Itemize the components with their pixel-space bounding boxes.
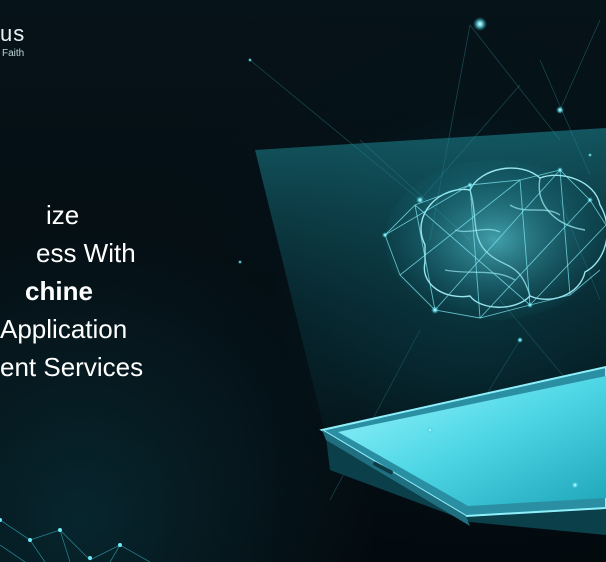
headline-line-4: Application [0, 314, 128, 344]
headline-line-1: ize [46, 200, 80, 230]
brand-logo: us Faith [0, 21, 26, 60]
brand-name: us [0, 21, 26, 46]
brain-glow [385, 160, 605, 320]
headline: ize ess With chine Application ent Servi… [0, 196, 260, 386]
headline-line-2: ess With [36, 238, 136, 268]
brand-tagline: Faith [2, 48, 25, 59]
headline-line-5: ent Services [0, 352, 144, 382]
headline-line-3: chine [25, 276, 93, 306]
banner: us Faith ize ess With chine Application … [0, 0, 606, 562]
corner-dots [0, 518, 122, 560]
corner-mesh [0, 519, 151, 562]
